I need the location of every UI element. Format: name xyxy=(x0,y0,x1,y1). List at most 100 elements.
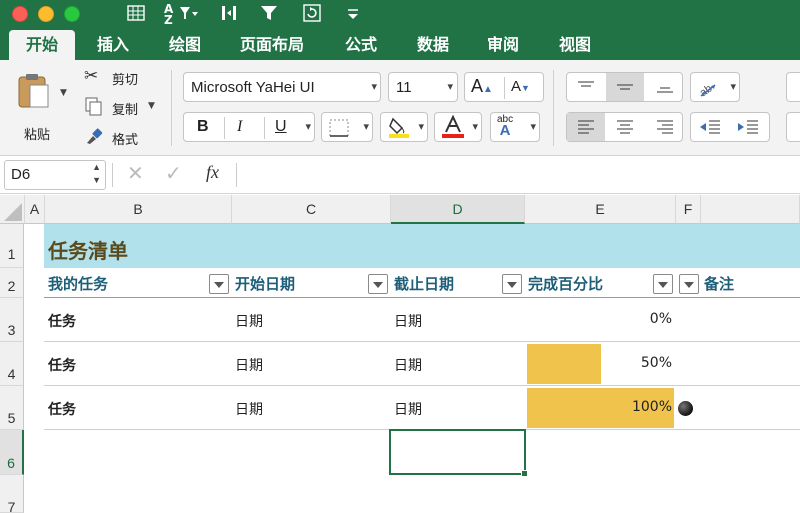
column-header-b[interactable]: B xyxy=(45,195,232,224)
customize-toolbar-icon[interactable] xyxy=(346,3,360,29)
close-window-button[interactable] xyxy=(12,6,28,22)
tab-view[interactable]: 视图 xyxy=(546,30,604,60)
chevron-down-icon[interactable]: ▾ xyxy=(305,120,311,133)
start-date-cell[interactable]: 日期 xyxy=(235,399,263,419)
tab-page-layout[interactable]: 页面布局 xyxy=(228,30,316,60)
filter-dropdown-button[interactable] xyxy=(679,274,699,294)
name-box[interactable]: D6 ▲ ▼ xyxy=(4,160,106,190)
font-size-select[interactable]: 11 ▾ xyxy=(388,72,458,102)
selected-cell-d6[interactable] xyxy=(389,429,526,475)
tab-data[interactable]: 数据 xyxy=(404,30,462,60)
align-left-button[interactable] xyxy=(567,113,605,141)
sheet-title[interactable]: 任务清单 xyxy=(48,235,128,264)
paste-button[interactable]: 粘贴 xyxy=(10,68,60,144)
percent-cell[interactable]: 0% xyxy=(560,311,672,327)
filter-dropdown-button[interactable] xyxy=(368,274,388,294)
cancel-icon[interactable]: ✕ xyxy=(127,161,144,185)
row-header-6[interactable]: 6 xyxy=(0,430,24,475)
row-header-5[interactable]: 5 xyxy=(0,386,24,430)
row-header-2[interactable]: 2 xyxy=(0,268,24,298)
refresh-icon[interactable] xyxy=(302,3,322,29)
format-painter-button[interactable]: 格式 xyxy=(84,126,154,150)
formula-input[interactable] xyxy=(240,161,796,189)
underline-button[interactable]: U xyxy=(275,118,287,136)
row-header-1[interactable]: 1 xyxy=(0,224,24,268)
header-notes[interactable]: 备注 xyxy=(704,273,734,294)
copy-button[interactable]: 复制 ▼ xyxy=(84,96,164,120)
column-header-a[interactable]: A xyxy=(25,195,45,224)
stepper-icon[interactable]: ▲ ▼ xyxy=(92,161,101,187)
align-center-icon[interactable] xyxy=(616,119,634,140)
end-date-cell[interactable]: 日期 xyxy=(394,355,422,375)
copy-label: 复制 xyxy=(112,103,139,118)
row-divider xyxy=(44,297,800,298)
font-color-button[interactable]: ▾ xyxy=(434,112,482,142)
fill-color-button[interactable]: ▾ xyxy=(380,112,428,142)
zoom-window-button[interactable] xyxy=(64,6,80,22)
column-header-c[interactable]: C xyxy=(232,195,391,224)
font-color-icon xyxy=(441,114,465,144)
filter-dropdown-button[interactable] xyxy=(653,274,673,294)
minimize-window-button[interactable] xyxy=(38,6,54,22)
align-right-icon[interactable] xyxy=(656,119,674,140)
header-start-date[interactable]: 开始日期 xyxy=(235,273,295,294)
header-end-date[interactable]: 截止日期 xyxy=(394,273,454,294)
tab-review[interactable]: 审阅 xyxy=(474,30,532,60)
horizontal-align-group xyxy=(566,112,683,142)
task-name-cell[interactable]: 任务 xyxy=(48,355,76,375)
start-date-cell[interactable]: 日期 xyxy=(235,355,263,375)
sort-az-icon[interactable]: AZ xyxy=(164,3,173,26)
filter-icon[interactable] xyxy=(259,3,279,29)
start-date-cell[interactable]: 日期 xyxy=(235,311,263,331)
insert-function-icon[interactable]: fx xyxy=(206,162,219,183)
filter-dropdown-button[interactable] xyxy=(502,274,522,294)
task-name-cell[interactable]: 任务 xyxy=(48,399,76,419)
clipboard-icon xyxy=(16,72,52,114)
percent-cell[interactable]: 100% xyxy=(560,399,672,415)
row-header-3[interactable]: 3 xyxy=(0,298,24,342)
increase-font-size-icon[interactable]: A▲ xyxy=(471,76,493,97)
row-divider xyxy=(44,341,800,342)
column-header-g[interactable] xyxy=(701,195,800,224)
tab-draw[interactable]: 绘图 xyxy=(156,30,214,60)
percent-cell[interactable]: 50% xyxy=(560,355,672,371)
header-task[interactable]: 我的任务 xyxy=(48,273,108,294)
column-header-d[interactable]: D xyxy=(391,195,525,224)
phonetic-guide-button[interactable]: abc A ▾ xyxy=(490,112,540,142)
paste-dropdown-icon[interactable]: ▼ xyxy=(60,88,67,98)
font-name-select[interactable]: Microsoft YaHei UI ▾ xyxy=(183,72,381,102)
column-header-e[interactable]: E xyxy=(525,195,676,224)
cut-button[interactable]: ✂ 剪切 xyxy=(84,66,154,90)
end-date-cell[interactable]: 日期 xyxy=(394,311,422,331)
wrap-text-button[interactable] xyxy=(786,72,800,102)
freeze-panes-icon[interactable] xyxy=(219,3,239,29)
row-header-4[interactable]: 4 xyxy=(0,342,24,386)
task-name-cell[interactable]: 任务 xyxy=(48,311,76,331)
end-date-cell[interactable]: 日期 xyxy=(394,399,422,419)
sort-filter-icon[interactable] xyxy=(178,3,200,29)
decrease-indent-icon[interactable] xyxy=(699,119,721,140)
align-middle-button[interactable] xyxy=(606,73,644,101)
bold-button[interactable]: B xyxy=(197,118,209,136)
grid-icon[interactable] xyxy=(126,3,146,29)
decrease-font-size-icon[interactable]: A▼ xyxy=(511,78,530,95)
increase-indent-icon[interactable] xyxy=(737,119,759,140)
header-percent[interactable]: 完成百分比 xyxy=(528,273,603,294)
fill-handle[interactable] xyxy=(521,470,528,477)
select-all-corner[interactable] xyxy=(0,195,25,224)
column-header-f[interactable]: F xyxy=(676,195,701,224)
row-header-7[interactable]: 7 xyxy=(0,475,24,513)
filter-dropdown-button[interactable] xyxy=(209,274,229,294)
align-top-icon[interactable] xyxy=(577,79,595,100)
orientation-button[interactable]: ab ▾ xyxy=(690,72,740,102)
align-bottom-icon[interactable] xyxy=(656,79,674,100)
enter-icon[interactable]: ✓ xyxy=(165,161,182,185)
font-size-value: 11 xyxy=(396,79,412,96)
merge-button[interactable] xyxy=(786,112,800,142)
copy-dropdown-icon[interactable]: ▼ xyxy=(148,101,155,111)
tab-formulas[interactable]: 公式 xyxy=(332,30,390,60)
tab-home[interactable]: 开始 xyxy=(9,30,75,60)
italic-button[interactable]: I xyxy=(237,118,242,136)
tab-insert[interactable]: 插入 xyxy=(84,30,142,60)
borders-button[interactable]: ▾ xyxy=(321,112,373,142)
